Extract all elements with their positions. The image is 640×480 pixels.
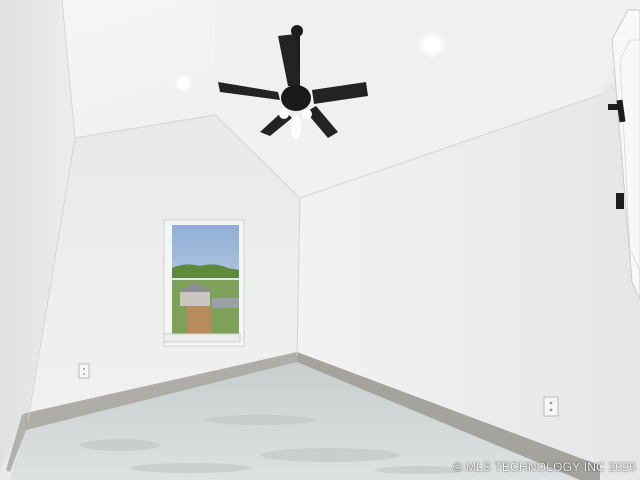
electrical-outlet xyxy=(78,363,90,379)
electrical-outlet xyxy=(543,396,559,417)
room-illustration xyxy=(0,0,640,480)
room-photo: © MLS TECHNOLOGY INC 2025 xyxy=(0,0,640,480)
recessed-light xyxy=(418,31,446,59)
photo-watermark: © MLS TECHNOLOGY INC 2025 xyxy=(453,460,636,474)
recessed-light xyxy=(174,74,192,92)
window xyxy=(163,219,245,347)
